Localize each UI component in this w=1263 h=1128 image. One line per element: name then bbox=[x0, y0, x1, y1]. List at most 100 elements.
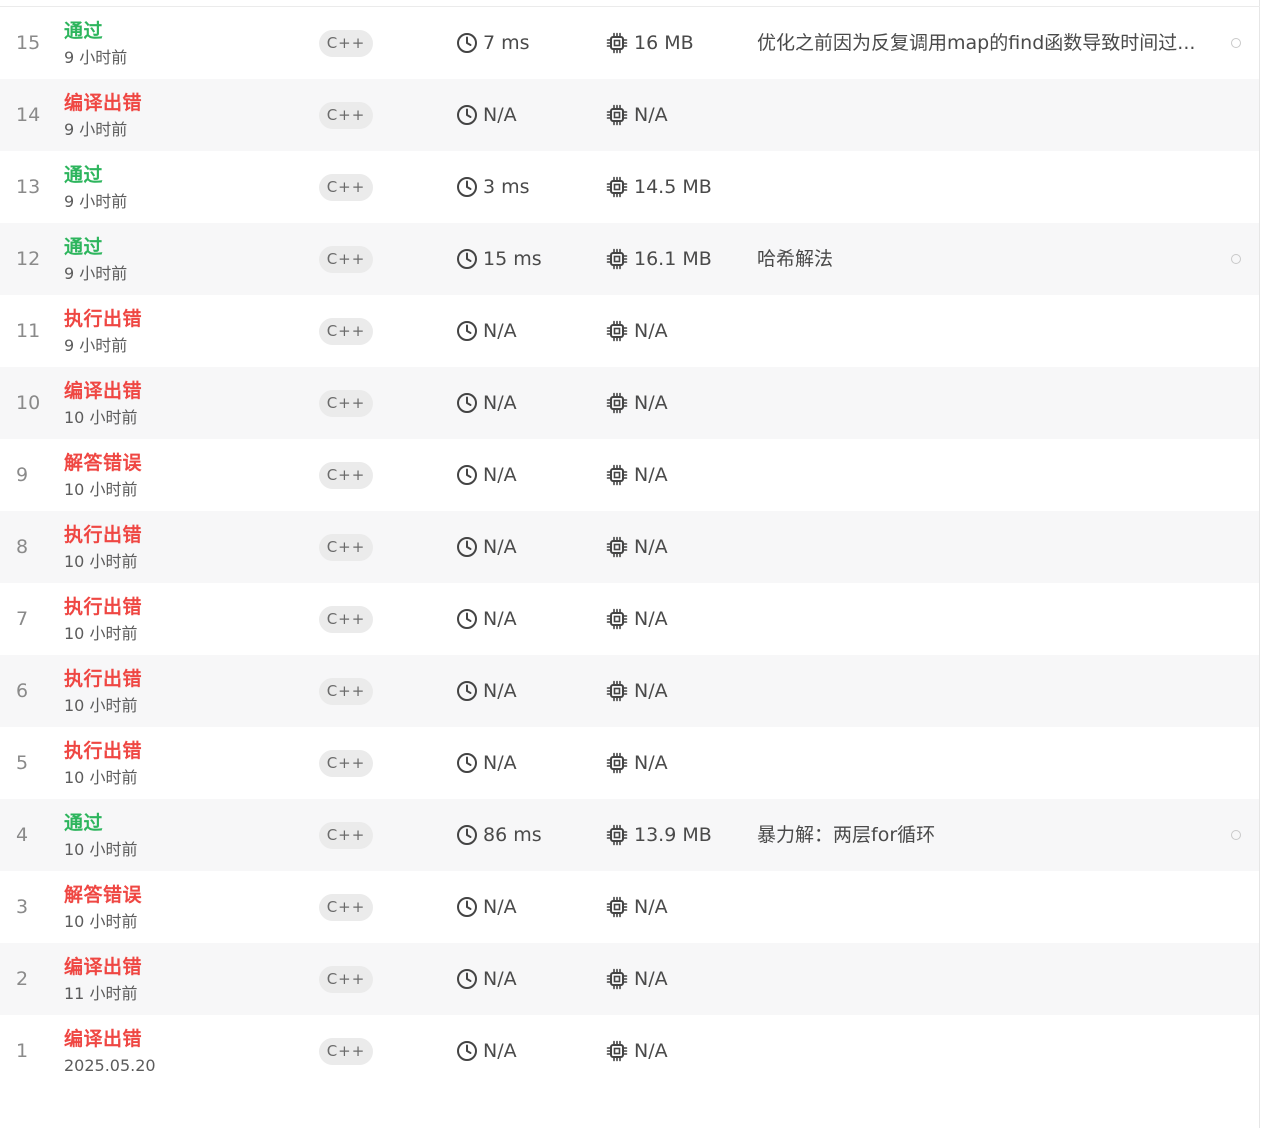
language-badge: C++ bbox=[319, 822, 373, 849]
submission-row[interactable]: 4 通过 10 小时前 C++ 86 ms 13.9 MB 暴力解：两层for循… bbox=[0, 799, 1259, 871]
submission-row[interactable]: 1 编译出错 2025.05.20 C++ N/A N/A bbox=[0, 1015, 1259, 1087]
submission-row[interactable]: 5 执行出错 10 小时前 C++ N/A N/A bbox=[0, 727, 1259, 799]
clock-icon bbox=[456, 608, 478, 630]
submission-row[interactable]: 10 编译出错 10 小时前 C++ N/A N/A bbox=[0, 367, 1259, 439]
language-badge: C++ bbox=[319, 246, 373, 273]
submission-row[interactable]: 2 编译出错 11 小时前 C++ N/A N/A bbox=[0, 943, 1259, 1015]
runtime-cell: N/A bbox=[456, 79, 517, 151]
submission-number: 5 bbox=[16, 752, 29, 774]
runtime-value: N/A bbox=[483, 104, 517, 126]
submission-status[interactable]: 执行出错 bbox=[64, 594, 142, 620]
submission-time: 10 小时前 bbox=[64, 840, 138, 859]
submission-status[interactable]: 执行出错 bbox=[64, 738, 142, 764]
chip-icon bbox=[606, 104, 628, 126]
submission-row[interactable]: 9 解答错误 10 小时前 C++ N/A N/A bbox=[0, 439, 1259, 511]
submission-time: 9 小时前 bbox=[64, 192, 128, 211]
language-badge: C++ bbox=[319, 606, 373, 633]
runtime-cell: N/A bbox=[456, 367, 517, 439]
submission-row[interactable]: 6 执行出错 10 小时前 C++ N/A N/A bbox=[0, 655, 1259, 727]
submission-time: 10 小时前 bbox=[64, 408, 138, 427]
memory-value: N/A bbox=[634, 464, 668, 486]
submission-note[interactable]: 暴力解：两层for循环 bbox=[757, 799, 935, 871]
submission-row[interactable]: 12 通过 9 小时前 C++ 15 ms 16.1 MB 哈希解法 bbox=[0, 223, 1259, 295]
memory-cell: N/A bbox=[606, 871, 668, 943]
runtime-cell: N/A bbox=[456, 943, 517, 1015]
clock-icon bbox=[456, 104, 478, 126]
memory-cell: N/A bbox=[606, 511, 668, 583]
submission-status[interactable]: 通过 bbox=[64, 810, 103, 836]
runtime-value: 15 ms bbox=[483, 248, 542, 270]
runtime-value: 7 ms bbox=[483, 32, 530, 54]
submission-note[interactable]: 哈希解法 bbox=[757, 223, 833, 295]
memory-cell: N/A bbox=[606, 727, 668, 799]
note-dot-icon[interactable] bbox=[1231, 38, 1241, 48]
memory-cell: 16 MB bbox=[606, 7, 694, 79]
clock-icon bbox=[456, 968, 478, 990]
submission-status[interactable]: 通过 bbox=[64, 18, 103, 44]
memory-value: N/A bbox=[634, 104, 668, 126]
submission-list: 15 通过 9 小时前 C++ 7 ms 16 MB 优化之前因为反复调用map… bbox=[0, 7, 1259, 1087]
submission-note[interactable]: 优化之前因为反复调用map的find函数导致时间过... bbox=[757, 7, 1195, 79]
submission-status[interactable]: 执行出错 bbox=[64, 522, 142, 548]
runtime-cell: N/A bbox=[456, 511, 517, 583]
submission-status[interactable]: 编译出错 bbox=[64, 90, 142, 116]
submission-row[interactable]: 14 编译出错 9 小时前 C++ N/A N/A bbox=[0, 79, 1259, 151]
language-badge: C++ bbox=[319, 462, 373, 489]
note-dot-icon[interactable] bbox=[1231, 830, 1241, 840]
runtime-value: N/A bbox=[483, 464, 517, 486]
submission-status[interactable]: 编译出错 bbox=[64, 1026, 142, 1052]
submission-status[interactable]: 执行出错 bbox=[64, 666, 142, 692]
language-badge: C++ bbox=[319, 30, 373, 57]
submission-number: 14 bbox=[16, 104, 41, 126]
chip-icon bbox=[606, 968, 628, 990]
runtime-cell: N/A bbox=[456, 439, 517, 511]
submission-status[interactable]: 执行出错 bbox=[64, 306, 142, 332]
submission-row[interactable]: 3 解答错误 10 小时前 C++ N/A N/A bbox=[0, 871, 1259, 943]
submission-row[interactable]: 7 执行出错 10 小时前 C++ N/A N/A bbox=[0, 583, 1259, 655]
submission-number: 13 bbox=[16, 176, 41, 198]
runtime-value: N/A bbox=[483, 896, 517, 918]
note-dot-icon[interactable] bbox=[1231, 254, 1241, 264]
clock-icon bbox=[456, 320, 478, 342]
submission-row[interactable]: 11 执行出错 9 小时前 C++ N/A N/A bbox=[0, 295, 1259, 367]
runtime-value: 3 ms bbox=[483, 176, 530, 198]
memory-cell: 16.1 MB bbox=[606, 223, 712, 295]
submission-status[interactable]: 编译出错 bbox=[64, 954, 142, 980]
runtime-cell: N/A bbox=[456, 655, 517, 727]
submission-row[interactable]: 15 通过 9 小时前 C++ 7 ms 16 MB 优化之前因为反复调用map… bbox=[0, 7, 1259, 79]
submission-status[interactable]: 通过 bbox=[64, 234, 103, 260]
chip-icon bbox=[606, 176, 628, 198]
submission-panel: 15 通过 9 小时前 C++ 7 ms 16 MB 优化之前因为反复调用map… bbox=[0, 0, 1260, 1128]
language-badge: C++ bbox=[319, 966, 373, 993]
runtime-cell: 15 ms bbox=[456, 223, 542, 295]
language-badge: C++ bbox=[319, 390, 373, 417]
memory-value: 14.5 MB bbox=[634, 176, 712, 198]
chip-icon bbox=[606, 896, 628, 918]
submission-time: 10 小时前 bbox=[64, 696, 138, 715]
submission-row[interactable]: 13 通过 9 小时前 C++ 3 ms 14.5 MB bbox=[0, 151, 1259, 223]
memory-cell: N/A bbox=[606, 1015, 668, 1087]
chip-icon bbox=[606, 680, 628, 702]
submission-status[interactable]: 解答错误 bbox=[64, 450, 142, 476]
submission-row[interactable]: 8 执行出错 10 小时前 C++ N/A N/A bbox=[0, 511, 1259, 583]
language-badge: C++ bbox=[319, 318, 373, 345]
submission-status[interactable]: 通过 bbox=[64, 162, 103, 188]
memory-value: 16 MB bbox=[634, 32, 694, 54]
chip-icon bbox=[606, 464, 628, 486]
runtime-value: N/A bbox=[483, 968, 517, 990]
submission-status[interactable]: 解答错误 bbox=[64, 882, 142, 908]
memory-value: N/A bbox=[634, 392, 668, 414]
language-badge: C++ bbox=[319, 678, 373, 705]
submission-number: 2 bbox=[16, 968, 29, 990]
runtime-value: N/A bbox=[483, 680, 517, 702]
submission-time: 9 小时前 bbox=[64, 48, 128, 67]
submission-number: 15 bbox=[16, 32, 41, 54]
submission-status[interactable]: 编译出错 bbox=[64, 378, 142, 404]
runtime-cell: N/A bbox=[456, 727, 517, 799]
clock-icon bbox=[456, 176, 478, 198]
memory-value: N/A bbox=[634, 536, 668, 558]
clock-icon bbox=[456, 824, 478, 846]
memory-value: 16.1 MB bbox=[634, 248, 712, 270]
memory-cell: 14.5 MB bbox=[606, 151, 712, 223]
memory-value: N/A bbox=[634, 320, 668, 342]
